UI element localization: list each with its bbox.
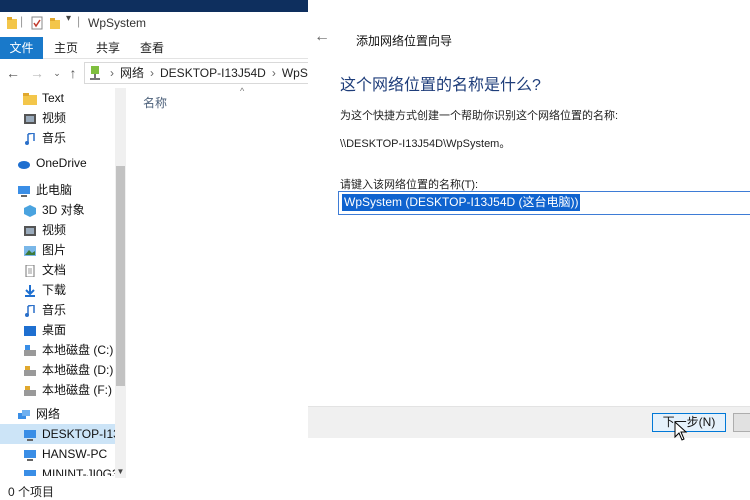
location-name-input[interactable]: WpSystem (DESKTOP-I13J54D (这台电脑)) — [338, 191, 750, 215]
cube-icon — [24, 204, 36, 217]
folder-yellow-icon — [7, 17, 17, 29]
window-title: WpSystem — [88, 16, 147, 30]
cloud-icon — [18, 160, 30, 169]
breadcrumb-wpsystem[interactable]: WpSyste — [282, 63, 309, 83]
back-arrow-icon[interactable]: ← — [6, 65, 20, 81]
new-folder-icon[interactable] — [49, 16, 61, 30]
tab-file[interactable]: 文件 — [0, 37, 43, 59]
breadcrumb-chevron-icon[interactable]: › — [110, 63, 114, 83]
explorer-title-bar: | ▾ | WpSystem — [0, 0, 308, 34]
computer-icon — [18, 185, 30, 197]
download-icon — [25, 284, 35, 297]
picture-icon — [24, 245, 36, 256]
music-icon — [25, 304, 35, 317]
breadcrumb-chevron-icon[interactable]: › — [272, 63, 276, 83]
tree-item-drive-f[interactable]: 本地磁盘 (F:) — [23, 380, 112, 400]
sort-ascending-chevron-icon: ^ — [240, 86, 245, 96]
video-icon — [24, 113, 36, 124]
tree-item-hansw-pc[interactable]: HANSW-PC — [23, 444, 107, 464]
tree-item-downloads[interactable]: 下载 — [23, 280, 66, 300]
ribbon-tabs: 文件 主页 共享 查看 — [0, 37, 308, 59]
tree-item-this-pc[interactable]: 此电脑 — [17, 180, 72, 200]
wizard-heading: 这个网络位置的名称是什么? — [340, 77, 541, 94]
folder-icon — [23, 92, 37, 105]
tree-item-desktop[interactable]: 桌面 — [23, 320, 66, 340]
drive-icon — [24, 365, 36, 376]
tab-home[interactable]: 主页 — [48, 37, 84, 59]
tree-item-desktop-i13j54d[interactable]: DESKTOP-I13J5 — [0, 424, 115, 444]
music-icon — [25, 132, 35, 145]
tree-item-network[interactable]: 网络 — [17, 404, 60, 424]
properties-icon[interactable] — [31, 16, 43, 30]
video-icon — [24, 225, 36, 236]
tree-item-documents[interactable]: 文档 — [23, 260, 66, 280]
customize-toolbar-icon[interactable]: ▾ — [66, 13, 71, 27]
wizard-title: 添加网络位置向导 — [356, 34, 453, 48]
separator-icon: | — [77, 14, 81, 28]
desktop-icon — [24, 325, 36, 336]
tree-item-music-pc[interactable]: 音乐 — [23, 300, 66, 320]
document-icon — [25, 264, 35, 277]
wizard-description: 为这个快捷方式创建一个帮助你识别这个网络位置的名称: — [340, 110, 619, 122]
monitor-icon — [24, 449, 36, 461]
separator-icon: | — [20, 14, 24, 28]
breadcrumb-network[interactable]: 网络 — [120, 63, 144, 83]
tab-view[interactable]: 查看 — [134, 37, 170, 59]
monitor-icon — [24, 469, 36, 476]
tree-item-videos[interactable]: 视频 — [23, 108, 66, 128]
tree-item-drive-c[interactable]: 本地磁盘 (C:) — [23, 340, 113, 360]
scrollbar-thumb[interactable] — [116, 166, 125, 386]
column-header-name[interactable]: 名称 — [143, 94, 167, 111]
file-explorer-window: | ▾ | WpSystem 文件 主页 共享 查看 ← → ⌄ ↑ › 网络 › D… — [0, 0, 310, 500]
next-button[interactable]: 下一步(N) — [652, 413, 726, 432]
location-name-value: WpSystem (DESKTOP-I13J54D (这台电脑)) — [342, 194, 581, 211]
breadcrumb-desktop[interactable]: DESKTOP-I13J54D — [160, 63, 266, 83]
tree-item-3d-objects[interactable]: 3D 对象 — [23, 200, 85, 220]
back-arrow-icon[interactable]: ← — [314, 28, 330, 46]
add-network-location-wizard: ← 添加网络位置向导 这个网络位置的名称是什么? 为这个快捷方式创建一个帮助你识… — [308, 0, 750, 500]
network-icon — [18, 409, 30, 419]
breadcrumb-chevron-icon[interactable]: › — [150, 63, 154, 83]
tab-share[interactable]: 共享 — [90, 37, 126, 59]
tree-item-pictures[interactable]: 图片 — [23, 240, 66, 260]
scroll-down-chevron-icon[interactable]: ▼ — [115, 467, 126, 476]
window-top-strip — [0, 0, 308, 12]
status-bar-item-count: 0 个项目 — [8, 485, 55, 499]
up-arrow-icon[interactable]: ↑ — [66, 65, 80, 81]
network-location-icon — [90, 66, 100, 80]
tree-item-minint[interactable]: MININT-JI0G3I — [23, 464, 115, 476]
navigation-pane: Text 视频 音乐 OneDrive 此电脑 3D 对象 视频 图片 文档 下… — [0, 88, 115, 476]
navigation-pane-scrollbar[interactable]: ▼ — [115, 88, 126, 478]
network-path: \\DESKTOP-I13J54D\WpSystem。 — [340, 138, 511, 150]
drive-icon — [24, 385, 36, 396]
cancel-button[interactable] — [733, 413, 750, 432]
name-input-label: 请键入该网络位置的名称(T): — [340, 179, 479, 191]
tree-item-drive-d[interactable]: 本地磁盘 (D:) — [23, 360, 113, 380]
drive-icon — [24, 344, 36, 356]
recent-locations-chevron-icon[interactable]: ⌄ — [50, 65, 64, 81]
tree-item-music[interactable]: 音乐 — [23, 128, 66, 148]
address-bar[interactable]: › 网络 › DESKTOP-I13J54D › WpSyste — [84, 62, 310, 84]
forward-arrow-icon[interactable]: → — [30, 65, 44, 81]
tree-item-text[interactable]: Text — [23, 88, 64, 108]
monitor-icon — [24, 429, 36, 441]
tree-item-onedrive[interactable]: OneDrive — [17, 153, 87, 173]
mouse-cursor-icon — [674, 421, 688, 441]
tree-item-videos-pc[interactable]: 视频 — [23, 220, 66, 240]
